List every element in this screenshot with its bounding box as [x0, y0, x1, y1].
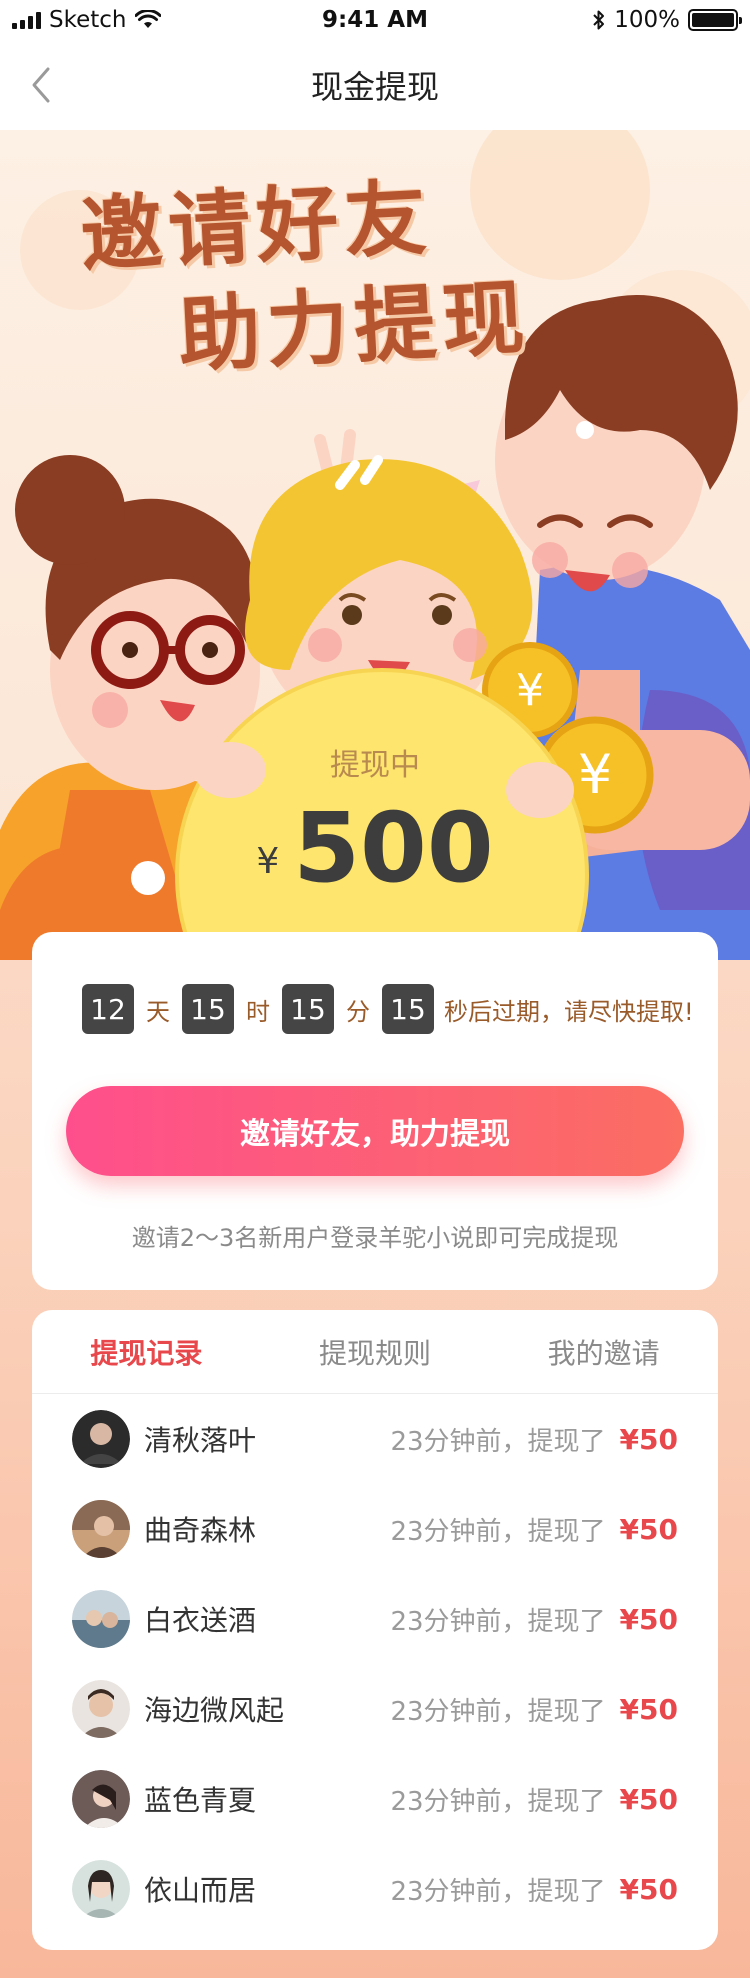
nav-bar: 现金提现	[0, 40, 750, 130]
chevron-left-icon	[32, 67, 50, 103]
svg-text:¥: ¥	[516, 665, 544, 716]
record-amount: ¥50	[619, 1512, 678, 1546]
battery-label: 100%	[614, 7, 680, 33]
page-title: 现金提现	[310, 68, 439, 106]
amount-value: 500	[293, 792, 494, 904]
hero-title-line2: 助力提现	[176, 270, 533, 385]
record-name: 白衣送酒	[144, 1604, 257, 1637]
countdown: 12 天 15 时 15 分 15 秒后过期，请尽快提取!	[82, 984, 694, 1034]
invite-hint: 邀请2～3名新用户登录羊驼小说即可完成提现	[131, 1224, 619, 1252]
record-amount: ¥50	[619, 1872, 678, 1906]
countdown-days: 12	[82, 984, 134, 1034]
tab-bar: 提现记录 提现规则 我的邀请	[32, 1310, 718, 1394]
avatar	[72, 1680, 130, 1738]
tab-withdraw-rules[interactable]: 提现规则	[261, 1310, 490, 1393]
record-time: 23分钟前，提现了	[390, 1876, 606, 1907]
countdown-hours: 15	[182, 984, 234, 1034]
list-item: 曲奇森林 23分钟前，提现了 ¥50	[32, 1484, 718, 1574]
list-item: 海边微风起 23分钟前，提现了 ¥50	[32, 1664, 718, 1754]
record-amount: ¥50	[619, 1782, 678, 1816]
battery-icon	[688, 9, 742, 31]
coin-label: 提现中	[330, 748, 420, 783]
record-time: 23分钟前，提现了	[390, 1606, 606, 1637]
bluetooth-icon	[593, 10, 605, 30]
countdown-tail: 秒后过期，请尽快提取!	[444, 997, 694, 1026]
currency-symbol: ¥	[256, 841, 280, 882]
records-card: 提现记录 提现规则 我的邀请 清秋落叶 23分钟前，提现了 ¥50 曲奇森林 2…	[32, 1310, 718, 1950]
record-name: 清秋落叶	[144, 1424, 257, 1457]
withdraw-card: 12 天 15 时 15 分 15 秒后过期，请尽快提取! 邀请好友，助力提现 …	[32, 932, 718, 1290]
record-amount: ¥50	[619, 1692, 678, 1726]
avatar	[72, 1410, 130, 1468]
back-button[interactable]	[18, 62, 64, 108]
countdown-hours-unit: 时	[246, 997, 270, 1026]
record-time: 23分钟前，提现了	[390, 1426, 606, 1457]
countdown-days-unit: 天	[146, 997, 170, 1026]
invite-friends-button[interactable]: 邀请好友，助力提现	[66, 1086, 684, 1176]
record-time: 23分钟前，提现了	[390, 1696, 606, 1727]
list-item: 白衣送酒 23分钟前，提现了 ¥50	[32, 1574, 718, 1664]
hero-banner: ¥ ¥ 邀请好友 助力提现 提现中 ¥500	[0, 130, 750, 960]
list-item: 蓝色青夏 23分钟前，提现了 ¥50	[32, 1754, 718, 1844]
avatar	[72, 1500, 130, 1558]
record-name: 依山而居	[144, 1874, 257, 1907]
countdown-minutes: 15	[282, 984, 334, 1034]
record-time: 23分钟前，提现了	[390, 1516, 606, 1547]
tab-my-invites[interactable]: 我的邀请	[489, 1310, 718, 1393]
avatar	[72, 1590, 130, 1648]
avatar	[72, 1860, 130, 1918]
record-name: 蓝色青夏	[144, 1784, 257, 1817]
list-item: 依山而居 23分钟前，提现了 ¥50	[32, 1844, 718, 1934]
record-name: 曲奇森林	[144, 1514, 257, 1547]
status-bar: Sketch 9:41 AM 100%	[0, 0, 750, 40]
countdown-seconds: 15	[382, 984, 434, 1034]
record-amount: ¥50	[619, 1602, 678, 1636]
avatar	[72, 1770, 130, 1828]
record-amount: ¥50	[619, 1422, 678, 1456]
records-list: 清秋落叶 23分钟前，提现了 ¥50 曲奇森林 23分钟前，提现了 ¥50 白衣…	[32, 1394, 718, 1934]
countdown-minutes-unit: 分	[346, 997, 370, 1026]
coin-amount: ¥500	[0, 792, 750, 904]
tab-withdraw-records[interactable]: 提现记录	[32, 1310, 261, 1393]
record-name: 海边微风起	[144, 1694, 285, 1727]
status-right: 100%	[592, 7, 742, 33]
list-item: 清秋落叶 23分钟前，提现了 ¥50	[32, 1394, 718, 1484]
record-time: 23分钟前，提现了	[390, 1786, 606, 1817]
